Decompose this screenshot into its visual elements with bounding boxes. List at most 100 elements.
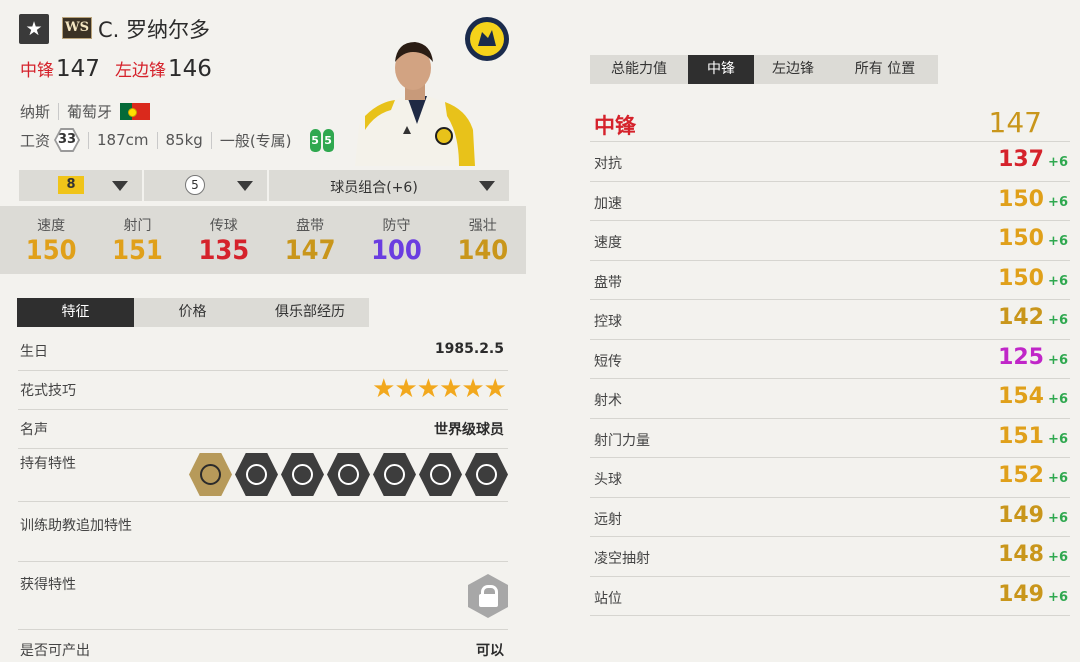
- tab-all-positions[interactable]: 所有 位置: [832, 55, 938, 84]
- salary-label: 工资: [20, 131, 51, 150]
- attribute-bonus: +6: [1048, 352, 1068, 368]
- coach-traits-label: 训练助教追加特性: [20, 518, 132, 534]
- position-overall-row: 中锋 147: [590, 100, 1070, 142]
- player-name: C. 罗纳尔多: [98, 18, 211, 42]
- divider: [88, 131, 90, 149]
- attribute-panel: 中锋 147 对抗 137 +6 加速 150 +6 速度 150 +6 盘带 150 +6 控球 142…: [590, 100, 1070, 616]
- attribute-bonus: +6: [1048, 510, 1068, 526]
- stat-value: 100: [371, 235, 422, 266]
- secondary-position-label: 左边锋: [115, 61, 166, 81]
- attribute-bonus: +6: [1048, 589, 1068, 605]
- tab-traits[interactable]: 特征: [17, 298, 134, 327]
- attribute-row: 速度 150 +6: [590, 221, 1070, 261]
- favorite-star-icon[interactable]: ★: [19, 14, 49, 44]
- stat-label: 强壮: [468, 218, 497, 234]
- trait-1-icon[interactable]: [189, 453, 232, 496]
- team-combo-select[interactable]: 球员组合(+6): [269, 170, 509, 201]
- trait-3-icon[interactable]: [281, 453, 324, 496]
- stat-value: 135: [198, 235, 250, 266]
- attribute-row: 短传 125 +6: [590, 340, 1070, 379]
- coach-traits-row: 训练助教追加特性: [18, 515, 508, 562]
- attribute-value: 154: [998, 384, 1044, 409]
- right-foot-icon: 5: [322, 128, 334, 152]
- tab-striker[interactable]: 中锋: [688, 55, 754, 84]
- stat-value: 147: [284, 235, 336, 266]
- level-select[interactable]: 5: [144, 170, 269, 201]
- traits-row: 持有特性: [18, 453, 508, 502]
- birthday-row: 生日 1985.2.5: [18, 341, 508, 371]
- club-logo-icon: [465, 17, 509, 61]
- producible-value: 可以: [476, 643, 504, 659]
- attribute-value: 148: [998, 542, 1044, 567]
- attribute-bonus: +6: [1048, 194, 1068, 210]
- weak-foot: 5 5: [308, 128, 334, 152]
- attribute-value: 125: [998, 344, 1044, 370]
- tab-price[interactable]: 价格: [134, 298, 251, 327]
- attribute-value: 152: [998, 463, 1044, 488]
- stat-label: 防守: [382, 218, 411, 234]
- primary-position-value: 147: [56, 56, 100, 82]
- position-overall-value: 147: [988, 106, 1042, 139]
- attribute-label: 射术: [594, 393, 622, 409]
- portugal-flag-icon: [120, 103, 151, 120]
- attribute-row: 对抗 137 +6: [590, 142, 1070, 182]
- attribute-label: 射门力量: [594, 432, 650, 449]
- grade-badge: 8: [58, 176, 84, 194]
- left-foot-icon: 5: [309, 128, 321, 152]
- attribute-row: 加速 150 +6: [590, 182, 1070, 221]
- primary-position-label: 中锋: [20, 61, 54, 81]
- divider: [156, 131, 158, 149]
- nation-name: 葡萄牙: [67, 103, 113, 121]
- stat-passing: 传球 135: [181, 206, 267, 274]
- traits-label: 持有特性: [20, 456, 76, 472]
- attribute-bonus: +6: [1048, 155, 1068, 170]
- attribute-row: 站位 149 +6: [590, 577, 1070, 616]
- attribute-label: 远射: [594, 511, 622, 528]
- fame-label: 名声: [20, 422, 48, 438]
- stat-dribbling: 盘带 147: [267, 206, 353, 274]
- grade-select[interactable]: 8: [19, 170, 144, 201]
- attribute-value: 150: [998, 226, 1044, 251]
- attribute-label: 加速: [594, 195, 622, 212]
- attribute-row: 控球 142 +6: [590, 300, 1070, 340]
- chevron-down-icon: [112, 181, 128, 191]
- trait-7-icon[interactable]: [465, 453, 508, 496]
- attribute-label: 凌空抽射: [594, 551, 650, 567]
- body-type: 一般(专属): [219, 131, 292, 150]
- trait-6-icon[interactable]: [419, 453, 462, 496]
- skill-moves-row: 花式技巧 ★★★★★★: [18, 374, 508, 410]
- tab-club-history[interactable]: 俱乐部经历: [251, 298, 369, 327]
- birthday-label: 生日: [20, 344, 48, 360]
- season-badge: WS: [62, 17, 92, 39]
- secondary-position-value: 146: [168, 56, 212, 82]
- stat-value: 140: [457, 235, 509, 266]
- tab-left-wing[interactable]: 左边锋: [754, 55, 832, 84]
- attribute-value: 150: [998, 186, 1044, 212]
- attribute-value: 150: [998, 265, 1044, 291]
- producible-row: 是否可产出 可以: [18, 640, 508, 662]
- weight: 85kg: [165, 131, 203, 149]
- trait-4-icon[interactable]: [327, 453, 370, 496]
- attribute-row: 凌空抽射 148 +6: [590, 537, 1070, 577]
- fame-value: 世界级球员: [434, 422, 504, 438]
- stat-value: 151: [112, 235, 163, 266]
- fame-row: 名声 世界级球员: [18, 419, 508, 449]
- attribute-value: 137: [998, 147, 1044, 172]
- attribute-bonus: +6: [1048, 234, 1068, 249]
- salary-value: 33: [56, 130, 79, 150]
- club-nation-line: 纳斯 葡萄牙: [20, 101, 151, 122]
- trait-2-icon[interactable]: [235, 453, 278, 496]
- tab-overall[interactable]: 总能力值: [590, 55, 688, 84]
- position-overall-label: 中锋: [594, 114, 636, 138]
- attribute-label: 站位: [594, 590, 622, 607]
- attribute-row: 头球 152 +6: [590, 458, 1070, 498]
- attribute-bonus: +6: [1048, 273, 1068, 289]
- attribute-label: 头球: [594, 472, 622, 488]
- trait-5-icon[interactable]: [373, 453, 416, 496]
- divider: [210, 131, 212, 149]
- enhancement-selectors: 8 5 球员组合(+6): [19, 170, 509, 201]
- divider: [58, 103, 60, 120]
- chevron-down-icon: [479, 181, 495, 191]
- player-portrait: [355, 42, 475, 166]
- attribute-value: 149: [998, 502, 1044, 528]
